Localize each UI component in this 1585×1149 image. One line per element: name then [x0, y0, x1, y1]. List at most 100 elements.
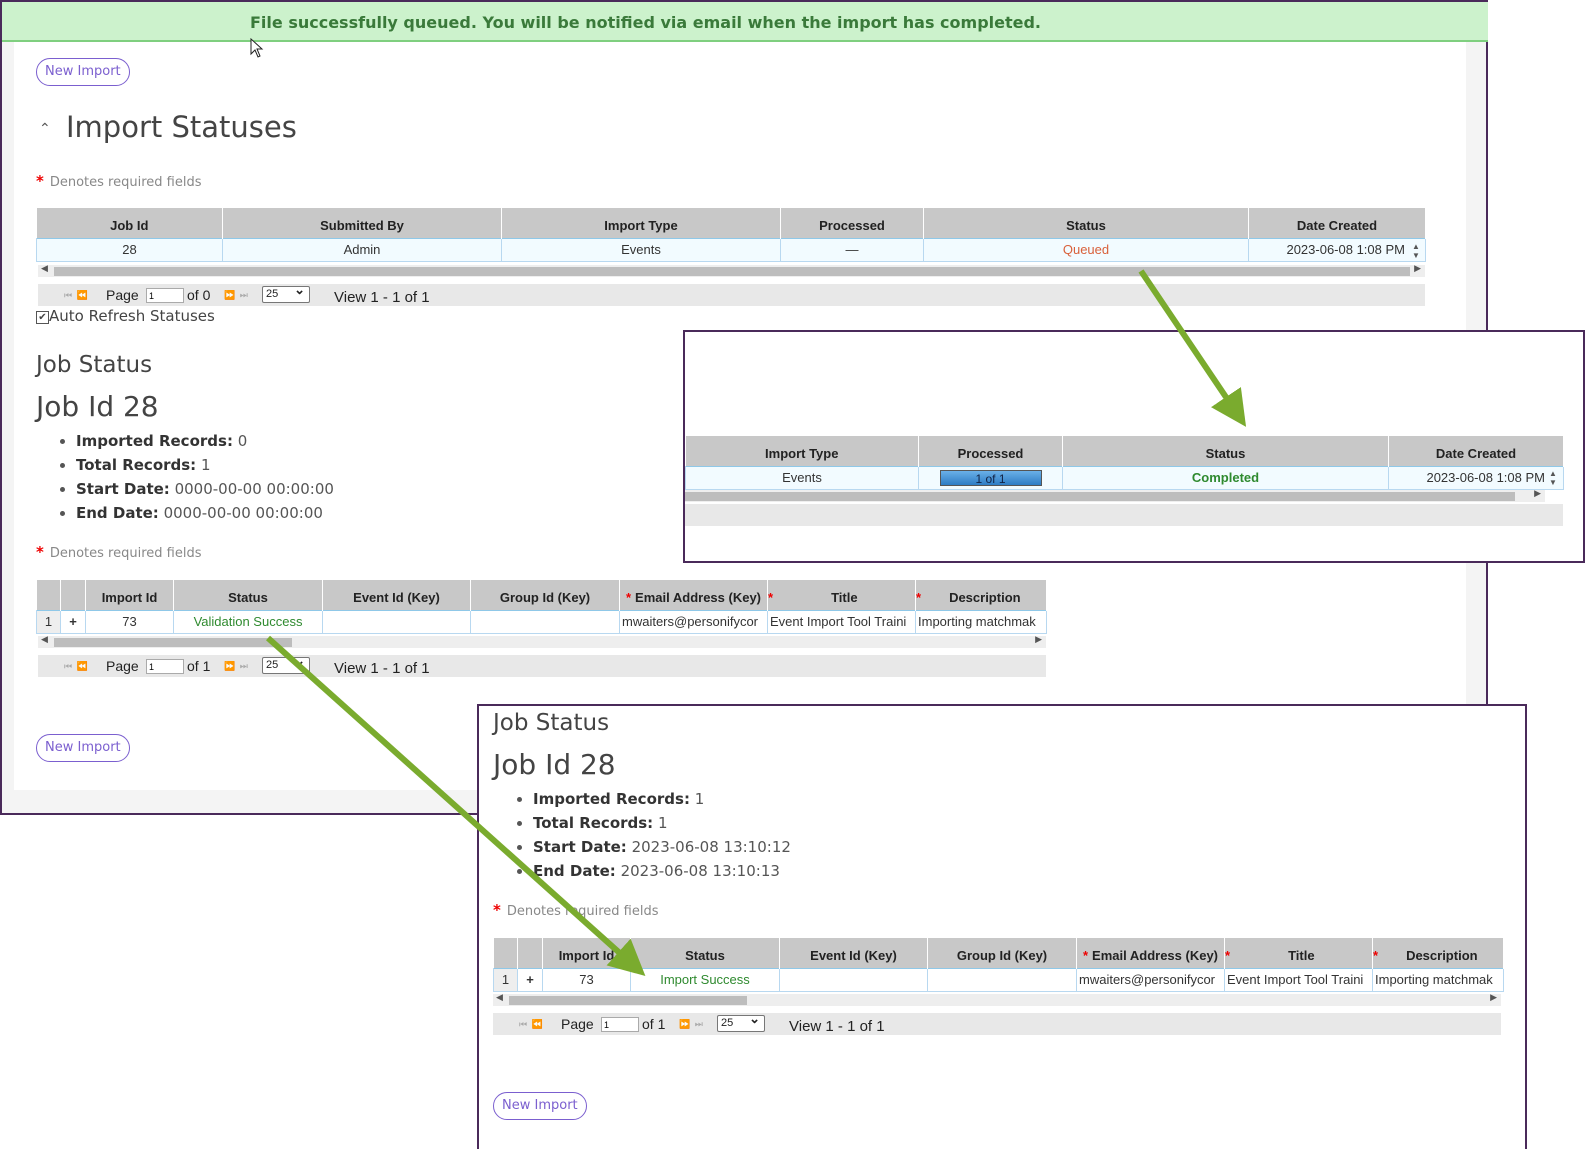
next-page-icon[interactable]: ⏩ ⏭: [224, 290, 249, 301]
first-page-icon[interactable]: ⏮ ⏪: [64, 290, 89, 301]
col-header-processed[interactable]: Processed: [918, 436, 1063, 466]
page-input[interactable]: [146, 288, 184, 303]
vertical-scroll-arrows[interactable]: ▲ ▼: [1412, 242, 1420, 260]
view-count: View 1 - 1 of 1: [789, 1018, 885, 1035]
col-header-event-id[interactable]: Event Id (Key): [779, 938, 928, 968]
col-header-description[interactable]: * Description: [915, 580, 1047, 610]
job-stats-list: Imported Records: 0 Total Records: 1 Sta…: [36, 432, 334, 528]
col-header-title[interactable]: * Title: [767, 580, 916, 610]
auto-refresh-checkbox[interactable]: ✔ Auto Refresh Statuses: [36, 307, 215, 325]
page-label: Page: [106, 287, 139, 303]
vertical-scroll-arrows[interactable]: ▲ ▼: [1549, 469, 1557, 487]
col-header-expand: [60, 580, 86, 610]
col-header-status[interactable]: Status: [173, 580, 323, 610]
cell-event-id: [779, 967, 928, 992]
col-header-event-id[interactable]: Event Id (Key): [322, 580, 471, 610]
stat-total-records: Total Records: 1: [76, 456, 334, 480]
view-count: View 1 - 1 of 1: [334, 289, 430, 306]
col-header-date-created[interactable]: Date Created: [1248, 208, 1426, 238]
pager: ⏮ ⏪ Page of 0 ⏩ ⏭ 25 View 1 - 1 of 1: [38, 282, 1425, 306]
page-count: of 0: [187, 287, 211, 303]
col-header-status[interactable]: Status: [1062, 436, 1389, 466]
progress-text: 1 of 1: [975, 471, 1006, 486]
per-page-select[interactable]: 25: [262, 282, 310, 303]
section-title-import-statuses: Import Statuses: [66, 110, 297, 144]
col-header-processed[interactable]: Processed: [780, 208, 924, 238]
required-note: * Denotes required fields: [493, 901, 659, 919]
new-import-button[interactable]: New Import: [36, 734, 130, 762]
col-header-email[interactable]: * Email Address (Key): [1076, 938, 1225, 968]
col-header-import-id[interactable]: Import Id: [85, 580, 174, 610]
col-header-row-num: [36, 580, 61, 610]
col-header-import-id[interactable]: Import Id: [542, 938, 631, 968]
page-input[interactable]: [146, 659, 184, 674]
page-count: of 1: [187, 658, 211, 674]
first-page-icon[interactable]: ⏮ ⏪: [64, 661, 89, 672]
cell-import-id: 73: [85, 609, 174, 634]
col-header-status[interactable]: Status: [630, 938, 780, 968]
page-label: Page: [106, 658, 139, 674]
expand-row-button[interactable]: +: [60, 609, 86, 634]
first-page-icon[interactable]: ⏮ ⏪: [519, 1019, 544, 1030]
col-header-group-id[interactable]: Group Id (Key): [927, 938, 1077, 968]
job-stats-list: Imported Records: 1 Total Records: 1 Sta…: [493, 790, 791, 886]
cell-import-id: 73: [542, 967, 631, 992]
expand-row-button[interactable]: +: [517, 967, 543, 992]
mouse-pointer-icon: [250, 38, 264, 58]
col-header-email[interactable]: * Email Address (Key): [619, 580, 768, 610]
cell-event-id: [322, 609, 471, 634]
stat-start-date: Start Date: 2023-06-08 13:10:12: [533, 838, 791, 862]
job-status-heading: Job Status: [493, 710, 610, 736]
page-input[interactable]: [601, 1017, 639, 1032]
new-import-button[interactable]: New Import: [36, 58, 130, 86]
cell-status: Import Success: [630, 967, 780, 992]
view-count: View 1 - 1 of 1: [334, 660, 430, 677]
page-count: of 1: [642, 1016, 666, 1032]
cell-submitted-by: Admin: [222, 237, 502, 262]
col-header-status[interactable]: Status: [923, 208, 1249, 238]
col-header-submitted-by[interactable]: Submitted By: [222, 208, 502, 238]
chevron-up-icon[interactable]: ⌃: [39, 120, 51, 137]
cell-status: Completed: [1062, 465, 1389, 490]
cell-email: mwaiters@personifycor: [1076, 967, 1225, 992]
import-statuses-table-zoomed: Import Type Processed Status Date Create…: [685, 436, 1564, 490]
cell-group-id: [470, 609, 620, 634]
per-page-select[interactable]: 25: [717, 1011, 765, 1032]
col-header-title[interactable]: * Title: [1224, 938, 1373, 968]
pager: ⏮ ⏪ Page of 1 ⏩ ⏭ 25 View 1 - 1 of 1: [38, 653, 1046, 677]
table-row[interactable]: 28 Admin Events — Queued 2023-06-08 1:08…: [36, 237, 1426, 262]
pager: ⏮ ⏪ Page of 1 ⏩ ⏭ 25 View 1 - 1 of 1: [493, 1011, 1501, 1035]
col-header-import-type[interactable]: Import Type: [501, 208, 781, 238]
horizontal-scrollbar[interactable]: ◀ ▶: [38, 634, 1046, 648]
cell-row-num: 1: [36, 609, 61, 634]
table-row[interactable]: Events 1 of 1 Completed 2023-06-08 1:08 …: [685, 465, 1564, 490]
cell-date-created: 2023-06-08 1:08 PM: [1248, 237, 1426, 262]
cell-description: Importing matchmak: [915, 609, 1047, 634]
cell-description: Importing matchmak: [1372, 967, 1504, 992]
next-page-icon[interactable]: ⏩ ⏭: [679, 1019, 704, 1030]
table-row[interactable]: 1 + 73 Validation Success mwaiters@perso…: [36, 609, 1047, 634]
stat-end-date: End Date: 2023-06-08 13:10:13: [533, 862, 791, 886]
checkbox-checked-icon[interactable]: ✔: [36, 311, 49, 324]
col-header-description[interactable]: * Description: [1372, 938, 1504, 968]
col-header-group-id[interactable]: Group Id (Key): [470, 580, 620, 610]
job-id-title: Job Id 28: [36, 390, 159, 423]
job-id-title: Job Id 28: [493, 748, 616, 781]
horizontal-scrollbar[interactable]: ▶: [685, 488, 1545, 502]
new-import-button[interactable]: New Import: [493, 1092, 587, 1120]
cell-status: Queued: [923, 237, 1249, 262]
job-records-table: Import Id Status Event Id (Key) Group Id…: [36, 580, 1047, 634]
col-header-date-created[interactable]: Date Created: [1388, 436, 1564, 466]
stat-imported-records: Imported Records: 1: [533, 790, 791, 814]
table-row[interactable]: 1 + 73 Import Success mwaiters@personify…: [493, 967, 1504, 992]
job-records-table: Import Id Status Event Id (Key) Group Id…: [493, 938, 1504, 992]
cell-date-created: 2023-06-08 1:08 PM: [1388, 465, 1564, 490]
next-page-icon[interactable]: ⏩ ⏭: [224, 661, 249, 672]
horizontal-scrollbar[interactable]: ◀ ▶: [493, 992, 1501, 1006]
col-header-job-id[interactable]: Job Id: [36, 208, 223, 238]
cell-email: mwaiters@personifycor: [619, 609, 768, 634]
horizontal-scrollbar[interactable]: ◀ ▶: [38, 263, 1425, 277]
col-header-row-num: [493, 938, 518, 968]
col-header-import-type[interactable]: Import Type: [685, 436, 919, 466]
per-page-select[interactable]: 25: [262, 653, 310, 674]
